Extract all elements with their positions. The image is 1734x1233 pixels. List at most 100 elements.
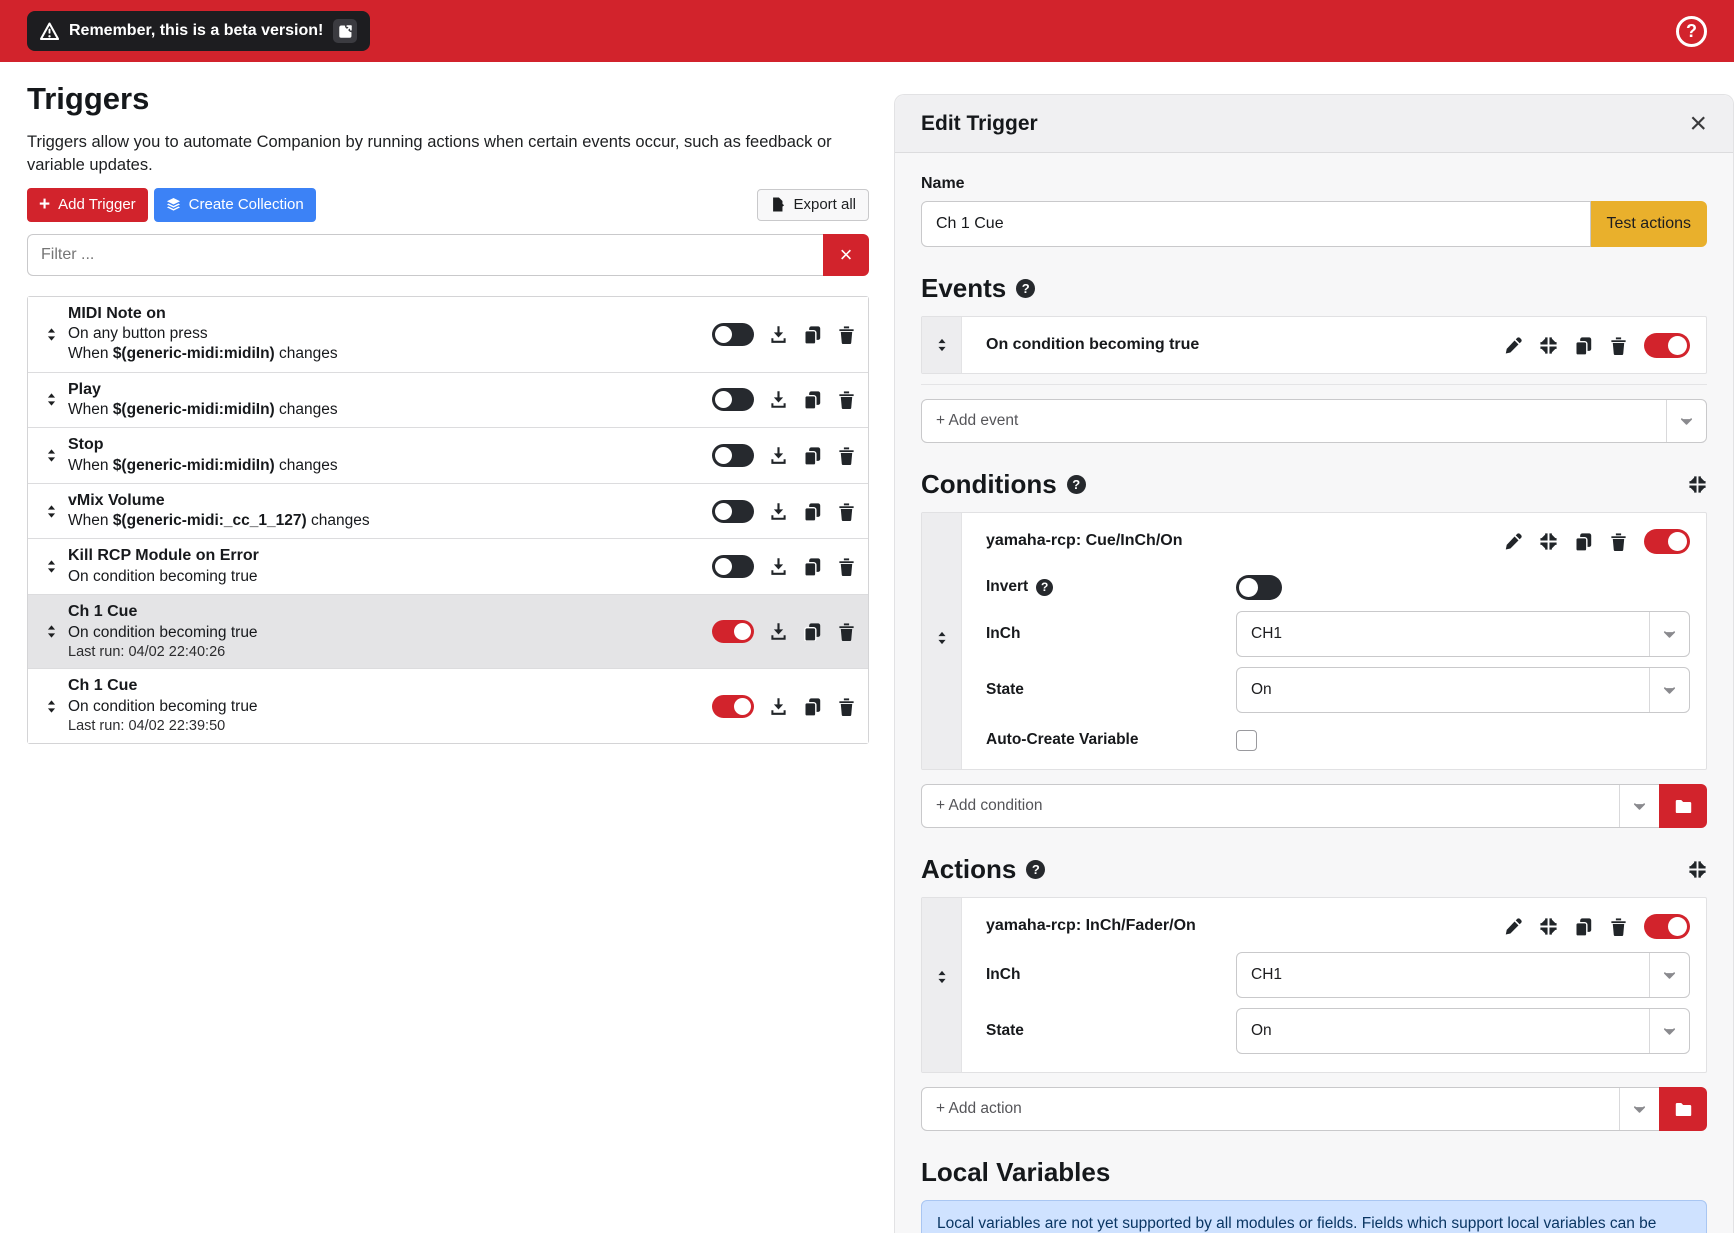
download-icon[interactable]	[769, 390, 788, 409]
drag-handle-icon[interactable]	[934, 631, 949, 646]
trigger-enabled-toggle[interactable]	[712, 555, 754, 578]
when-variable: $(generic-midi:midiIn)	[113, 401, 275, 418]
trigger-row[interactable]: Ch 1 Cue On condition becoming true Last…	[28, 594, 868, 668]
add-trigger-button[interactable]: + Add Trigger	[27, 188, 148, 222]
conditions-heading-text: Conditions	[921, 469, 1057, 500]
delete-icon[interactable]	[837, 557, 856, 576]
delete-icon[interactable]	[837, 502, 856, 521]
auto-create-variable-label: Auto-Create Variable	[986, 731, 1236, 749]
external-link-icon[interactable]	[333, 19, 357, 43]
filter-clear-button[interactable]: ×	[823, 234, 869, 276]
folder-icon[interactable]	[1659, 1087, 1707, 1131]
auto-create-variable-checkbox[interactable]	[1236, 730, 1257, 751]
trigger-enabled-toggle[interactable]	[712, 620, 754, 643]
trigger-row[interactable]: Kill RCP Module on Error On condition be…	[28, 538, 868, 594]
download-icon[interactable]	[769, 446, 788, 465]
help-icon[interactable]: ?	[1676, 16, 1707, 47]
event-enabled-toggle[interactable]	[1644, 333, 1690, 358]
add-event-select[interactable]: + Add event	[921, 399, 1707, 443]
panel-header: Edit Trigger ×	[895, 95, 1733, 153]
compress-icon[interactable]	[1688, 860, 1707, 879]
duplicate-icon[interactable]	[1574, 336, 1593, 355]
trigger-row[interactable]: Ch 1 Cue On condition becoming true Last…	[28, 668, 868, 742]
export-all-button[interactable]: Export all	[757, 189, 869, 221]
drag-handle-icon[interactable]	[34, 504, 68, 519]
trigger-enabled-toggle[interactable]	[712, 695, 754, 718]
duplicate-icon[interactable]	[803, 325, 822, 344]
duplicate-icon[interactable]	[803, 622, 822, 641]
trigger-name-input[interactable]	[921, 201, 1591, 247]
close-icon[interactable]: ×	[1689, 109, 1707, 139]
download-icon[interactable]	[769, 697, 788, 716]
trigger-enabled-toggle[interactable]	[712, 444, 754, 467]
duplicate-icon[interactable]	[803, 557, 822, 576]
filter-input[interactable]	[27, 234, 823, 276]
duplicate-icon[interactable]	[803, 390, 822, 409]
compress-icon[interactable]	[1688, 475, 1707, 494]
compress-icon[interactable]	[1539, 917, 1558, 936]
compress-icon[interactable]	[1539, 336, 1558, 355]
help-question-icon[interactable]: ?	[1036, 579, 1053, 596]
state-select[interactable]: On	[1236, 1008, 1690, 1054]
download-icon[interactable]	[769, 622, 788, 641]
add-condition-select[interactable]: + Add condition	[921, 784, 1660, 828]
add-event-label: + Add event	[922, 412, 1018, 430]
test-actions-button[interactable]: Test actions	[1591, 201, 1707, 247]
trigger-enabled-toggle[interactable]	[712, 323, 754, 346]
duplicate-icon[interactable]	[1574, 532, 1593, 551]
delete-icon[interactable]	[837, 325, 856, 344]
inch-row: InCh CH1	[986, 611, 1690, 657]
action-enabled-toggle[interactable]	[1644, 914, 1690, 939]
edit-icon[interactable]	[1504, 532, 1523, 551]
add-condition-group: + Add condition	[921, 784, 1707, 828]
delete-icon[interactable]	[837, 446, 856, 465]
drag-handle-icon[interactable]	[34, 327, 68, 342]
delete-icon[interactable]	[837, 390, 856, 409]
delete-icon[interactable]	[1609, 532, 1628, 551]
select-value: On	[1237, 1022, 1272, 1040]
drag-handle-icon[interactable]	[934, 970, 949, 985]
delete-icon[interactable]	[837, 697, 856, 716]
trigger-enabled-toggle[interactable]	[712, 500, 754, 523]
create-collection-button[interactable]: Create Collection	[154, 188, 316, 222]
help-question-icon[interactable]: ?	[1026, 860, 1045, 879]
trigger-row[interactable]: Play When $(generic-midi:midiIn) changes	[28, 372, 868, 428]
drag-handle-icon[interactable]	[34, 624, 68, 639]
beta-banner[interactable]: Remember, this is a beta version!	[27, 11, 370, 51]
drag-handle-icon[interactable]	[34, 559, 68, 574]
folder-icon[interactable]	[1659, 784, 1707, 828]
inch-select[interactable]: CH1	[1236, 952, 1690, 998]
drag-handle-icon[interactable]	[934, 338, 949, 353]
download-icon[interactable]	[769, 502, 788, 521]
drag-handle-icon[interactable]	[34, 448, 68, 463]
drag-handle-icon[interactable]	[34, 699, 68, 714]
inch-select[interactable]: CH1	[1236, 611, 1690, 657]
trigger-description: On condition becoming true	[68, 697, 704, 717]
condition-enabled-toggle[interactable]	[1644, 529, 1690, 554]
add-trigger-label: Add Trigger	[58, 196, 136, 213]
panel-body: Name Test actions Events ? On condition …	[895, 153, 1733, 1233]
help-question-icon[interactable]: ?	[1016, 279, 1035, 298]
delete-icon[interactable]	[1609, 917, 1628, 936]
delete-icon[interactable]	[837, 622, 856, 641]
edit-icon[interactable]	[1504, 336, 1523, 355]
delete-icon[interactable]	[1609, 336, 1628, 355]
add-action-select[interactable]: + Add action	[921, 1087, 1660, 1131]
help-question-icon[interactable]: ?	[1067, 475, 1086, 494]
duplicate-icon[interactable]	[1574, 917, 1593, 936]
state-select[interactable]: On	[1236, 667, 1690, 713]
compress-icon[interactable]	[1539, 532, 1558, 551]
trigger-row[interactable]: MIDI Note on On any button press When $(…	[28, 297, 868, 372]
duplicate-icon[interactable]	[803, 697, 822, 716]
trigger-row[interactable]: Stop When $(generic-midi:midiIn) changes	[28, 427, 868, 483]
download-icon[interactable]	[769, 557, 788, 576]
duplicate-icon[interactable]	[803, 446, 822, 465]
trigger-enabled-toggle[interactable]	[712, 388, 754, 411]
edit-icon[interactable]	[1504, 917, 1523, 936]
trigger-controls	[712, 388, 856, 411]
invert-toggle[interactable]	[1236, 575, 1282, 600]
duplicate-icon[interactable]	[803, 502, 822, 521]
download-icon[interactable]	[769, 325, 788, 344]
trigger-row[interactable]: vMix Volume When $(generic-midi:_cc_1_12…	[28, 483, 868, 539]
drag-handle-icon[interactable]	[34, 392, 68, 407]
